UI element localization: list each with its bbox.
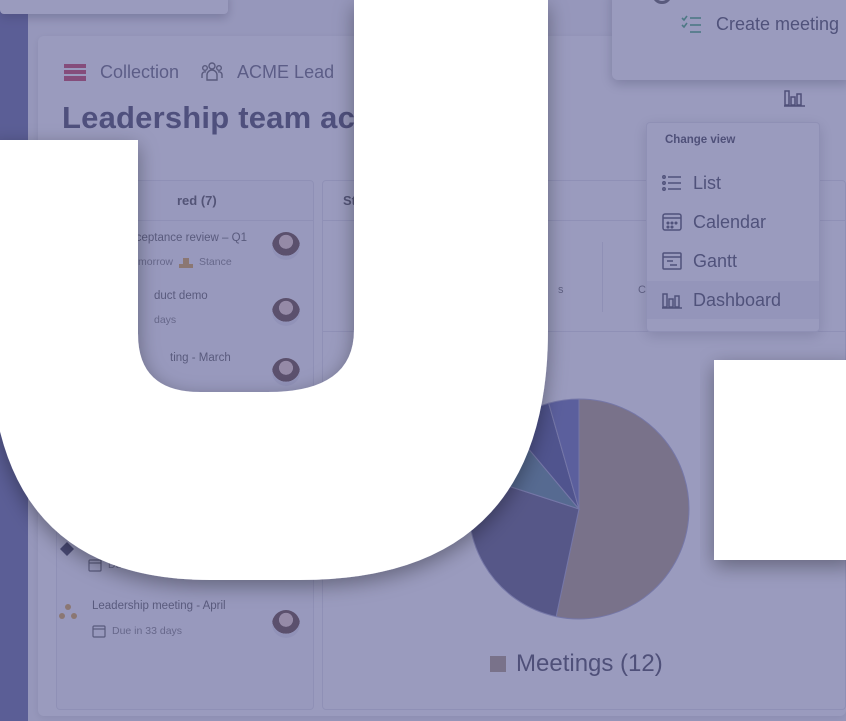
page-title: Leadership team ac xyxy=(62,100,356,135)
legend-swatch xyxy=(490,656,506,672)
menu-item-label: Gantt xyxy=(693,250,738,271)
gantt-icon xyxy=(661,249,683,273)
task-meta: Due in 33 days xyxy=(92,624,182,638)
create-meeting-button[interactable]: Create meeting xyxy=(678,12,839,36)
dashboard-view-button[interactable] xyxy=(780,86,810,112)
stat-text: C xyxy=(638,284,646,296)
chart-legend: Meetings (12) xyxy=(490,650,663,678)
menu-item-dashboard[interactable]: Dashboard xyxy=(647,281,819,319)
due-text: morrow xyxy=(138,256,174,268)
checklist-icon xyxy=(678,12,704,36)
task-meta: days xyxy=(154,314,176,326)
meeting-icon xyxy=(58,602,78,622)
menu-item-calendar[interactable]: Calendar xyxy=(647,203,819,241)
due-text: Due xyxy=(108,559,128,571)
task-meta: Due xyxy=(88,558,127,572)
calendar-icon xyxy=(92,624,106,638)
top-left-card xyxy=(0,0,228,14)
menu-item-label: List xyxy=(693,172,722,193)
stat-divider xyxy=(602,242,603,312)
menu-title: Change view xyxy=(665,134,736,146)
menu-item-label: Calendar xyxy=(693,211,767,232)
create-meeting-label: Create meeting xyxy=(716,13,840,34)
due-text: Due in 33 days xyxy=(112,625,183,637)
due-text: days xyxy=(154,314,177,326)
list-item[interactable]: duct demo days xyxy=(56,290,314,350)
breadcrumb-collection[interactable]: Collection xyxy=(62,60,179,84)
breadcrumb-team[interactable]: ACME Lead xyxy=(199,60,334,84)
avatar[interactable] xyxy=(272,358,300,386)
list-item[interactable]: Leadership meeting - April Due in 33 day… xyxy=(56,600,314,660)
avatar[interactable] xyxy=(272,298,300,326)
calendar-icon xyxy=(88,558,102,572)
menu-item-gantt[interactable]: Gantt xyxy=(647,242,819,280)
list-item[interactable]: cceptance review – Q1 morrow Stance xyxy=(56,232,314,292)
agency-icon xyxy=(179,256,194,268)
dashboard-icon xyxy=(661,288,683,312)
list-icon xyxy=(661,171,683,195)
left-rail xyxy=(0,0,28,721)
team-icon xyxy=(199,60,225,84)
calendar-icon xyxy=(661,210,683,234)
breadcrumb-label: ACME Lead xyxy=(237,61,335,82)
tag-text: Stance xyxy=(199,256,232,268)
task-meta: morrow Stance xyxy=(138,256,232,268)
avatar[interactable] xyxy=(272,232,300,260)
avatar[interactable] xyxy=(272,610,300,638)
collection-icon xyxy=(62,60,88,84)
task-name: Leadership meeting - April xyxy=(92,600,226,612)
menu-item-list[interactable]: List xyxy=(647,164,819,202)
breadcrumb-label: Collection xyxy=(100,61,180,82)
legend-label: Meetings (12) xyxy=(516,650,663,677)
list-item[interactable]: ting - March xyxy=(56,352,314,412)
task-name: cceptance review – Q1 xyxy=(130,232,247,244)
stat-text: s xyxy=(558,284,564,296)
column-header: red (7) xyxy=(57,181,313,221)
dashboard-icon xyxy=(784,87,806,112)
task-name: duct demo xyxy=(154,290,208,302)
diamond-icon xyxy=(60,542,74,556)
menu-item-label: Dashboard xyxy=(693,289,782,310)
list-item[interactable]: Due xyxy=(56,542,314,602)
breadcrumb: Collection ACME Lead xyxy=(62,60,334,84)
task-name: ting - March xyxy=(170,352,231,364)
pie-chart xyxy=(466,396,692,627)
